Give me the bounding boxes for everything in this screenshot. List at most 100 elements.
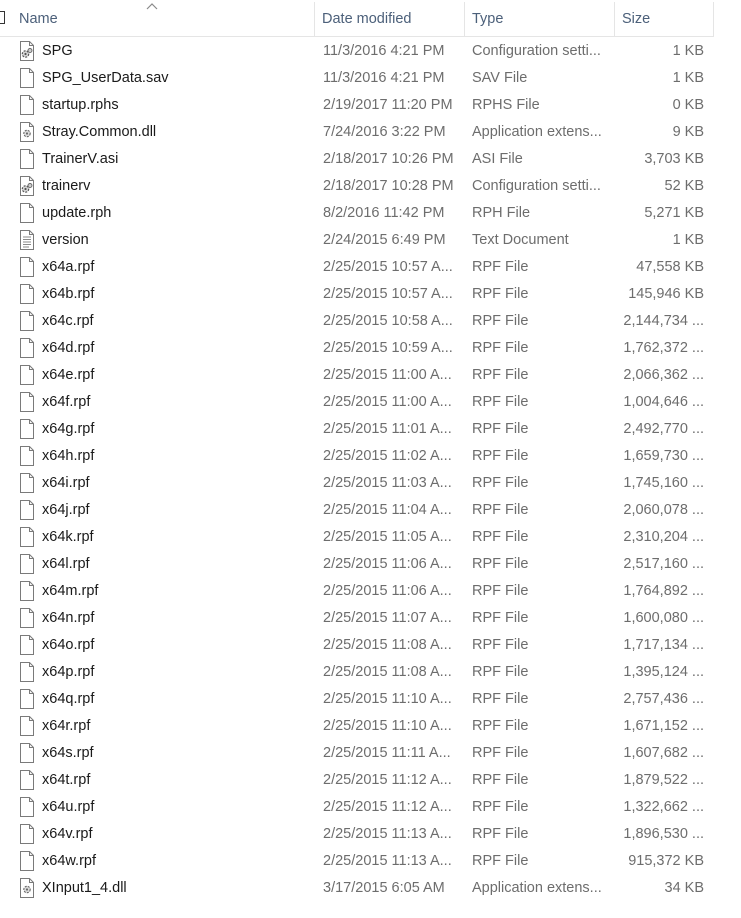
file-row[interactable]: x64u.rpf 2/25/2015 11:12 A... RPF File 1,32… — [0, 794, 714, 821]
file-row[interactable]: x64g.rpf 2/25/2015 11:01 A... RPF File 2,49… — [0, 416, 714, 443]
column-header-date-modified[interactable]: Date modified — [322, 0, 462, 37]
file-row[interactable]: trainerv 2/18/2017 10:28 PM Configuration … — [0, 173, 714, 200]
file-type: RPF File — [472, 448, 529, 464]
file-date-modified: 2/25/2015 11:10 A... — [323, 718, 452, 734]
file-row[interactable]: x64p.rpf 2/25/2015 11:08 A... RPF File 1,39… — [0, 659, 714, 686]
file-row[interactable]: x64a.rpf 2/25/2015 10:57 A... RPF File 47,5… — [0, 254, 714, 281]
file-size: 1,745,160 ... — [623, 475, 704, 491]
file-row[interactable]: x64q.rpf 2/25/2015 11:10 A... RPF File 2,75… — [0, 686, 714, 713]
file-type: RPHS File — [472, 97, 540, 113]
file-name: x64o.rpf — [42, 637, 95, 653]
file-type: RPF File — [472, 475, 529, 491]
file-icon — [19, 473, 35, 493]
file-name: x64a.rpf — [42, 259, 95, 275]
file-size: 1,395,124 ... — [623, 664, 704, 680]
file-row[interactable]: Stray.Common.dll 7/24/2016 3:22 PM Applica… — [0, 119, 714, 146]
select-all-checkbox[interactable] — [0, 11, 5, 24]
file-row[interactable]: startup.rphs 2/19/2017 11:20 PM RPHS File 0… — [0, 92, 714, 119]
column-divider[interactable] — [614, 2, 615, 37]
file-date-modified: 2/25/2015 10:59 A... — [323, 340, 453, 356]
file-size: 2,517,160 ... — [623, 556, 704, 572]
file-name: Stray.Common.dll — [42, 124, 157, 140]
file-date-modified: 2/25/2015 11:06 A... — [323, 556, 452, 572]
file-row[interactable]: x64j.rpf 2/25/2015 11:04 A... RPF File 2,06… — [0, 497, 714, 524]
file-size: 47,558 KB — [636, 259, 704, 275]
file-row[interactable]: x64l.rpf 2/25/2015 11:06 A... RPF File 2,51… — [0, 551, 714, 578]
file-date-modified: 2/25/2015 11:13 A... — [323, 853, 452, 869]
file-row[interactable]: SPG_UserData.sav 11/3/2016 4:21 PM SAV Fil… — [0, 65, 714, 92]
file-row[interactable]: x64c.rpf 2/25/2015 10:58 A... RPF File 2,14… — [0, 308, 714, 335]
file-date-modified: 2/25/2015 11:13 A... — [323, 826, 452, 842]
file-row[interactable]: x64f.rpf 2/25/2015 11:00 A... RPF File 1,00… — [0, 389, 714, 416]
file-size: 52 KB — [664, 178, 705, 194]
file-date-modified: 2/19/2017 11:20 PM — [323, 97, 453, 113]
file-row[interactable]: TrainerV.asi 2/18/2017 10:26 PM ASI File 3,… — [0, 146, 714, 173]
file-icon — [19, 770, 35, 790]
file-name: x64i.rpf — [42, 475, 90, 491]
column-header-name[interactable]: Name — [19, 0, 309, 37]
file-name: x64g.rpf — [42, 421, 95, 437]
file-row[interactable]: x64v.rpf 2/25/2015 11:13 A... RPF File 1,89… — [0, 821, 714, 848]
file-icon — [19, 446, 35, 466]
file-row[interactable]: x64s.rpf 2/25/2015 11:11 A... RPF File 1,60… — [0, 740, 714, 767]
file-icon — [19, 311, 35, 331]
file-row[interactable]: XInput1_4.dll 3/17/2015 6:05 AM Applicatio… — [0, 875, 714, 902]
file-row[interactable]: x64t.rpf 2/25/2015 11:12 A... RPF File 1,87… — [0, 767, 714, 794]
file-row[interactable]: x64i.rpf 2/25/2015 11:03 A... RPF File 1,74… — [0, 470, 714, 497]
file-name: update.rph — [42, 205, 112, 221]
column-divider[interactable] — [713, 2, 714, 37]
column-header-type[interactable]: Type — [472, 0, 612, 37]
file-row[interactable]: version 2/24/2015 6:49 PM Text Document 1 K… — [0, 227, 714, 254]
file-date-modified: 2/25/2015 11:01 A... — [323, 421, 452, 437]
file-size: 1,879,522 ... — [623, 772, 704, 788]
file-row[interactable]: x64m.rpf 2/25/2015 11:06 A... RPF File 1,76… — [0, 578, 714, 605]
file-type: RPF File — [472, 853, 529, 869]
file-name: x64l.rpf — [42, 556, 90, 572]
file-name: x64e.rpf — [42, 367, 95, 383]
file-type: RPF File — [472, 502, 529, 518]
file-size: 1,717,134 ... — [623, 637, 704, 653]
file-icon — [19, 608, 35, 628]
file-type: RPF File — [472, 286, 529, 302]
file-row[interactable]: x64r.rpf 2/25/2015 11:10 A... RPF File 1,67… — [0, 713, 714, 740]
file-row[interactable]: x64n.rpf 2/25/2015 11:07 A... RPF File 1,60… — [0, 605, 714, 632]
file-row[interactable]: x64o.rpf 2/25/2015 11:08 A... RPF File 1,71… — [0, 632, 714, 659]
column-divider[interactable] — [464, 2, 465, 37]
file-type: RPF File — [472, 394, 529, 410]
text-file-icon — [19, 230, 35, 250]
file-name: trainerv — [42, 178, 91, 194]
file-size: 9 KB — [672, 124, 704, 140]
file-type: ASI File — [472, 151, 523, 167]
file-type: RPF File — [472, 718, 529, 734]
file-type: RPF File — [472, 340, 529, 356]
file-size: 1,607,682 ... — [623, 745, 704, 761]
file-row[interactable]: x64b.rpf 2/25/2015 10:57 A... RPF File 145,… — [0, 281, 714, 308]
file-type: Configuration setti... — [472, 178, 601, 194]
file-type: RPF File — [472, 826, 529, 842]
file-date-modified: 2/25/2015 11:04 A... — [323, 502, 452, 518]
file-type: RPF File — [472, 313, 529, 329]
header-divider — [0, 36, 714, 37]
file-row[interactable]: x64h.rpf 2/25/2015 11:02 A... RPF File 1,65… — [0, 443, 714, 470]
file-date-modified: 11/3/2016 4:21 PM — [323, 43, 445, 59]
file-size: 1 KB — [672, 43, 704, 59]
column-divider[interactable] — [314, 2, 315, 37]
column-header-size[interactable]: Size — [622, 0, 712, 37]
file-size: 2,492,770 ... — [623, 421, 704, 437]
file-type: Application extens... — [472, 124, 602, 140]
file-icon — [19, 581, 35, 601]
dll-file-icon — [19, 878, 35, 898]
file-row[interactable]: SPG 11/3/2016 4:21 PM Configuration setti.… — [0, 38, 714, 65]
file-row[interactable]: x64k.rpf 2/25/2015 11:05 A... RPF File 2,31… — [0, 524, 714, 551]
file-type: RPF File — [472, 421, 529, 437]
file-name: startup.rphs — [42, 97, 119, 113]
file-row[interactable]: x64w.rpf 2/25/2015 11:13 A... RPF File 915,… — [0, 848, 714, 875]
config-file-icon — [19, 176, 35, 196]
file-row[interactable]: x64d.rpf 2/25/2015 10:59 A... RPF File 1,76… — [0, 335, 714, 362]
file-size: 915,372 KB — [628, 853, 704, 869]
file-row[interactable]: x64e.rpf 2/25/2015 11:00 A... RPF File 2,06… — [0, 362, 714, 389]
file-row[interactable]: update.rph 8/2/2016 11:42 PM RPH File 5,271… — [0, 200, 714, 227]
file-date-modified: 2/25/2015 11:06 A... — [323, 583, 452, 599]
file-type: RPF File — [472, 691, 529, 707]
file-date-modified: 2/25/2015 11:02 A... — [323, 448, 452, 464]
